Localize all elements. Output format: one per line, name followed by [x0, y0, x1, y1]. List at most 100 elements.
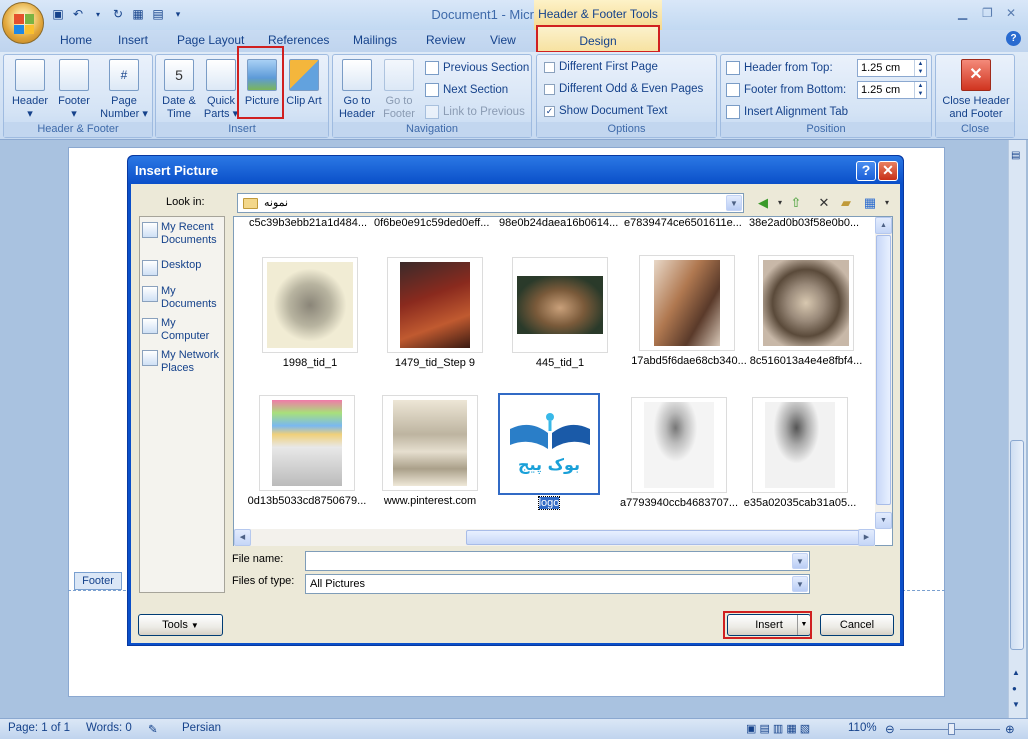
file-name[interactable]: e35a02035cab31a05... — [735, 497, 865, 509]
file-name[interactable]: 0f6be0e91c59ded0eff... — [374, 217, 489, 229]
file-name[interactable]: 1479_tid_Step 9 — [370, 357, 500, 369]
insert-alignment-tab-button[interactable]: Insert Alignment Tab — [726, 105, 848, 119]
thumbnail[interactable] — [259, 395, 355, 491]
zoom-in-icon[interactable]: ⊕ — [1005, 722, 1015, 736]
header-from-top-spinner[interactable]: 1.25 cm ▲ ▼ — [857, 59, 927, 77]
proofing-icon[interactable]: ✎ — [148, 722, 158, 736]
select-browse-object-icon[interactable]: ● — [1012, 684, 1017, 693]
place-desktop[interactable]: Desktop — [142, 259, 201, 276]
look-in-dropdown[interactable]: نمونه ▼ — [237, 193, 744, 213]
tab-references[interactable]: References — [268, 33, 329, 47]
different-first-page-checkbox[interactable]: Different First Page — [544, 61, 658, 73]
file-list[interactable]: c5c39b3ebb21a1d484... 0f6be0e91c59ded0ef… — [233, 216, 893, 546]
file-name[interactable]: c5c39b3ebb21a1d484... — [249, 217, 367, 229]
tab-insert[interactable]: Insert — [118, 33, 148, 47]
file-list-vscroll[interactable]: ▲ ▼ — [875, 217, 892, 529]
place-recent-documents[interactable]: My Recent Documents — [142, 221, 224, 247]
tab-design[interactable]: Design — [536, 25, 660, 53]
zoom-out-icon[interactable]: ⊖ — [885, 722, 895, 736]
link-to-previous-button[interactable]: Link to Previous — [425, 105, 525, 119]
file-name[interactable]: a7793940ccb4683707... — [614, 497, 744, 509]
different-odd-even-checkbox[interactable]: Different Odd & Even Pages — [544, 83, 703, 95]
close-header-footer-button[interactable]: ✕ Close Header and Footer — [938, 59, 1014, 121]
spinner-arrows-icon[interactable]: ▲ ▼ — [914, 82, 926, 98]
restore-icon[interactable]: ❐ — [982, 6, 993, 20]
files-of-type-select[interactable]: All Pictures ▼ — [305, 574, 810, 594]
file-name[interactable]: 38e2ad0b03f58e0b0... — [749, 217, 859, 229]
prev-page-icon[interactable]: ▲ — [1012, 668, 1020, 677]
ruler-toggle-icon[interactable]: ▤ — [1011, 150, 1020, 161]
thumbnail[interactable] — [382, 395, 478, 491]
page-number-button[interactable]: # Page Number ▾ — [96, 59, 152, 121]
footer-from-bottom-spinner[interactable]: 1.25 cm ▲ ▼ — [857, 81, 927, 99]
word-count[interactable]: Words: 0 — [86, 722, 132, 734]
next-section-button[interactable]: Next Section — [425, 83, 508, 97]
file-name[interactable]: www.pinterest.com — [365, 495, 495, 507]
place-my-computer[interactable]: My Computer — [142, 317, 211, 343]
next-page-icon[interactable]: ▼ — [1012, 700, 1020, 709]
minimize-icon[interactable]: ▁ — [958, 6, 967, 20]
thumbnail[interactable] — [512, 257, 608, 353]
quick-parts-button[interactable]: Quick Parts ▾ — [200, 59, 242, 121]
place-my-documents[interactable]: My Documents — [142, 285, 219, 311]
help-icon[interactable]: ? — [1006, 31, 1021, 46]
scroll-right-icon[interactable]: ▶ — [858, 529, 875, 546]
header-button[interactable]: Header ▾ — [8, 59, 52, 121]
page-count[interactable]: Page: 1 of 1 — [8, 722, 70, 734]
zoom-level[interactable]: 110% — [848, 722, 877, 734]
scroll-thumb[interactable] — [466, 530, 871, 545]
new-folder-icon[interactable]: ▰ — [837, 194, 855, 212]
place-network[interactable]: My Network Places — [142, 349, 223, 375]
thumbnail[interactable] — [639, 255, 735, 351]
scroll-thumb[interactable] — [876, 235, 891, 505]
tab-home[interactable]: Home — [60, 33, 92, 47]
up-folder-icon[interactable]: ⇧ — [787, 194, 805, 212]
file-name[interactable]: e7839474ce6501611e... — [624, 217, 742, 229]
delete-icon[interactable]: ✕ — [815, 194, 833, 212]
thumbnail[interactable] — [631, 397, 727, 493]
help-icon[interactable]: ? — [856, 161, 876, 181]
scroll-up-icon[interactable]: ▲ — [875, 217, 892, 234]
views-dropdown-icon[interactable]: ▾ — [878, 194, 896, 212]
spinner-arrows-icon[interactable]: ▲ ▼ — [914, 60, 926, 76]
thumbnail[interactable] — [262, 257, 358, 353]
vertical-scroll-thumb[interactable] — [1010, 440, 1024, 650]
go-to-header-button[interactable]: Go to Header — [335, 59, 379, 121]
file-list-hscroll[interactable]: ◀ ▶ — [234, 529, 875, 546]
file-name[interactable]: 8c516013a4e4e8fbf4... — [741, 355, 871, 367]
date-time-button[interactable]: 5 Date & Time — [158, 59, 200, 121]
file-name[interactable]: 0d13b5033cd8750679... — [242, 495, 372, 507]
thumbnail[interactable] — [758, 255, 854, 351]
clip-art-button[interactable]: Clip Art — [284, 59, 324, 108]
tab-review[interactable]: Review — [426, 33, 465, 47]
close-window-icon[interactable]: ✕ — [1006, 6, 1016, 20]
scroll-left-icon[interactable]: ◀ — [234, 529, 251, 546]
cancel-button[interactable]: Cancel — [820, 614, 894, 636]
tools-button[interactable]: Tools ▼ — [138, 614, 223, 636]
language[interactable]: Persian — [182, 722, 221, 734]
chevron-down-icon[interactable]: ▼ — [792, 553, 808, 569]
office-button[interactable] — [2, 2, 44, 44]
file-name[interactable]: 98e0b24daea16b0614... — [499, 217, 618, 229]
chevron-down-icon[interactable]: ▼ — [792, 576, 808, 592]
tab-page-layout[interactable]: Page Layout — [177, 33, 244, 47]
footer-button[interactable]: Footer ▾ — [52, 59, 96, 121]
file-name-selected[interactable]: logo — [484, 496, 614, 510]
file-name[interactable]: 17abd5f6dae68cb340... — [624, 355, 754, 367]
tab-view[interactable]: View — [490, 33, 516, 47]
views-icon[interactable]: ▦ — [861, 194, 879, 212]
file-name[interactable]: 445_tid_1 — [495, 357, 625, 369]
back-icon[interactable]: ◀ — [754, 194, 772, 212]
tab-mailings[interactable]: Mailings — [353, 33, 397, 47]
close-icon[interactable]: ✕ — [878, 161, 898, 181]
thumbnail[interactable] — [387, 257, 483, 353]
scroll-down-icon[interactable]: ▼ — [875, 512, 892, 529]
go-to-footer-button[interactable]: Go to Footer — [377, 59, 421, 121]
show-document-text-checkbox[interactable]: ✓ Show Document Text — [544, 105, 667, 117]
view-buttons[interactable]: ▣ ▤ ▥ ▦ ▧ — [746, 722, 810, 735]
file-name[interactable]: 1998_tid_1 — [245, 357, 375, 369]
chevron-down-icon[interactable]: ▼ — [726, 195, 742, 211]
previous-section-button[interactable]: Previous Section — [425, 61, 529, 75]
file-name-input[interactable]: ▼ — [305, 551, 810, 571]
thumbnail-selected[interactable]: بوک پیج — [498, 393, 600, 495]
